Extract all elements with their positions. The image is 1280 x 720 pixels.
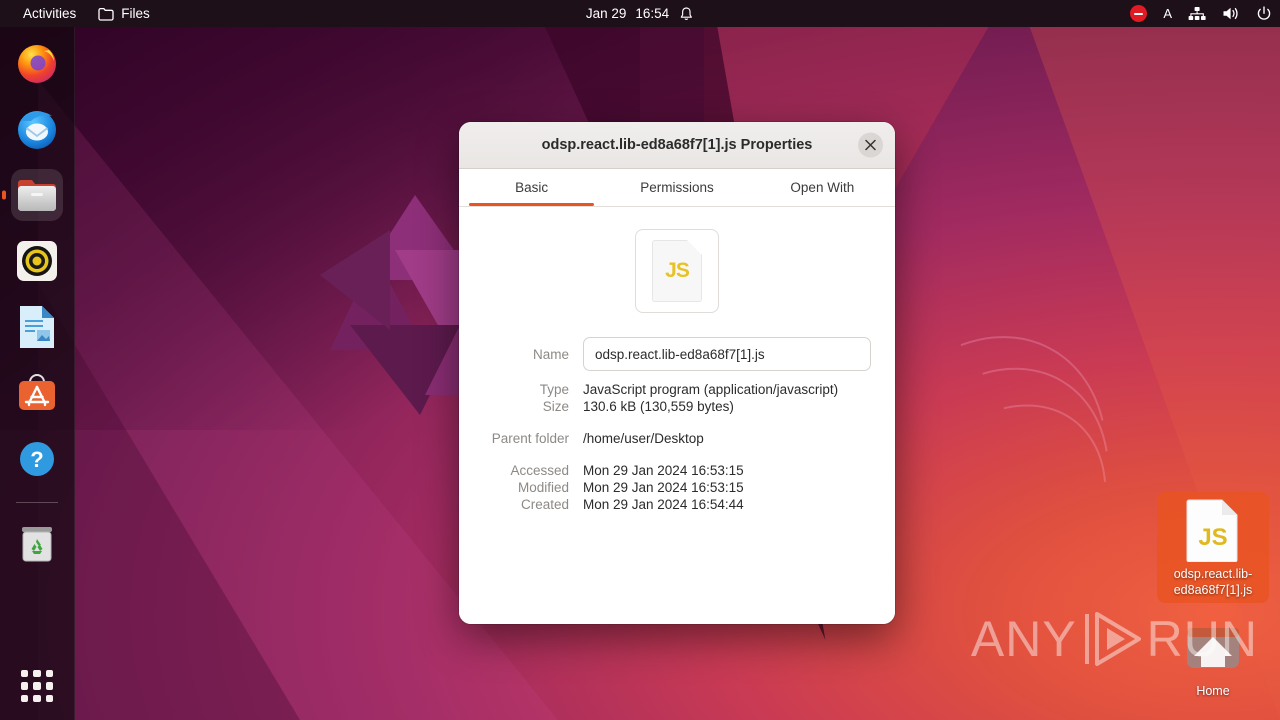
apps-grid-dot bbox=[45, 694, 53, 702]
apps-grid-dot bbox=[33, 682, 41, 690]
help-icon: ? bbox=[20, 442, 54, 476]
dialog-title: odsp.react.lib-ed8a68f7[1].js Properties bbox=[541, 137, 813, 153]
property-row-name: Name bbox=[483, 337, 871, 371]
files-icon bbox=[18, 180, 56, 211]
js-badge-label: JS bbox=[665, 259, 690, 282]
property-label-name: Name bbox=[532, 346, 569, 362]
property-label-parent-folder: Parent folder bbox=[491, 431, 569, 446]
property-row-size: Size 130.6 kB (130,559 bytes) bbox=[483, 399, 871, 414]
top-bar: Activities Files Jan 29 16:54 A bbox=[0, 0, 1280, 27]
activities-button[interactable]: Activities bbox=[12, 3, 87, 24]
close-icon bbox=[865, 139, 876, 151]
trash-icon bbox=[22, 527, 52, 562]
keyboard-layout-indicator[interactable]: A bbox=[1163, 6, 1172, 21]
dock: ? bbox=[0, 27, 75, 720]
clock-menu[interactable]: Jan 29 16:54 bbox=[576, 0, 704, 27]
property-value-accessed: Mon 29 Jan 2024 16:53:15 bbox=[583, 463, 744, 478]
javascript-file-icon: JS bbox=[652, 240, 702, 302]
desktop-icon-label: Home bbox=[1196, 684, 1230, 698]
property-row-type: Type JavaScript program (application/jav… bbox=[483, 382, 871, 397]
network-wired-icon[interactable] bbox=[1188, 6, 1206, 21]
clock-date: Jan 29 bbox=[585, 6, 627, 21]
home-folder-icon bbox=[1181, 615, 1245, 679]
dock-item-ubuntu-software[interactable] bbox=[11, 367, 63, 419]
property-value-type: JavaScript program (application/javascri… bbox=[583, 382, 839, 397]
apps-grid-dot bbox=[33, 670, 41, 678]
property-label-modified: Modified bbox=[517, 480, 569, 495]
apps-grid-dot bbox=[21, 682, 29, 690]
desktop-icon-odsp-js-file[interactable]: JS odsp.react.lib-ed8a68f7[1].js bbox=[1157, 492, 1269, 604]
dock-item-firefox[interactable] bbox=[11, 37, 63, 89]
apps-grid-dot bbox=[33, 694, 41, 702]
property-value-modified: Mon 29 Jan 2024 16:53:15 bbox=[583, 480, 744, 495]
show-applications-button[interactable] bbox=[17, 666, 57, 706]
clock-time: 16:54 bbox=[635, 6, 670, 21]
property-label-created: Created bbox=[520, 497, 569, 512]
volume-icon[interactable] bbox=[1222, 6, 1240, 21]
desktop-icon-label: odsp.react.lib-ed8a68f7[1].js bbox=[1173, 567, 1253, 597]
property-value-parent-folder[interactable]: /home/user/Desktop bbox=[583, 431, 704, 446]
firefox-icon bbox=[18, 45, 56, 83]
file-icon-preview: JS bbox=[459, 229, 895, 313]
bell-icon bbox=[681, 6, 693, 20]
apps-grid-dot bbox=[45, 682, 53, 690]
dock-item-libreoffice-writer[interactable] bbox=[11, 301, 63, 353]
file-icon-box: JS bbox=[635, 229, 719, 313]
close-button[interactable] bbox=[858, 132, 883, 158]
dock-item-trash[interactable] bbox=[11, 518, 63, 570]
power-icon[interactable] bbox=[1256, 5, 1272, 22]
system-status-menu[interactable]: A bbox=[1130, 0, 1272, 27]
rhythmbox-icon bbox=[17, 241, 57, 281]
javascript-file-icon: JS bbox=[1181, 498, 1245, 562]
activities-label: Activities bbox=[23, 6, 77, 21]
ubuntu-software-icon bbox=[19, 374, 55, 410]
libreoffice-writer-icon bbox=[20, 306, 54, 348]
app-menu-files[interactable]: Files bbox=[87, 3, 161, 24]
desktop-icon-home-folder[interactable]: Home bbox=[1157, 615, 1269, 700]
apps-grid-dot bbox=[21, 694, 29, 702]
property-value-created: Mon 29 Jan 2024 16:54:44 bbox=[583, 497, 744, 512]
property-row-created: Created Mon 29 Jan 2024 16:54:44 bbox=[483, 497, 871, 512]
thunderbird-icon bbox=[18, 111, 56, 149]
property-label-type: Type bbox=[539, 382, 569, 397]
dock-item-rhythmbox[interactable] bbox=[11, 235, 63, 287]
dock-separator bbox=[16, 502, 58, 503]
apps-grid-dot bbox=[21, 670, 29, 678]
property-label-size: Size bbox=[542, 399, 569, 414]
tab-open-with[interactable]: Open With bbox=[750, 169, 895, 206]
file-properties-dialog: odsp.react.lib-ed8a68f7[1].js Properties… bbox=[459, 122, 895, 624]
app-menu-label: Files bbox=[121, 6, 150, 21]
dialog-titlebar: odsp.react.lib-ed8a68f7[1].js Properties bbox=[459, 122, 895, 169]
property-value-size: 130.6 kB (130,559 bytes) bbox=[583, 399, 734, 414]
dock-item-files[interactable] bbox=[11, 169, 63, 221]
tab-basic[interactable]: Basic bbox=[459, 169, 604, 206]
dialog-body: JS Name Type JavaScript program (applica… bbox=[459, 207, 895, 624]
properties-list: Name Type JavaScript program (applicatio… bbox=[459, 337, 895, 512]
tab-permissions[interactable]: Permissions bbox=[604, 169, 749, 206]
dock-item-thunderbird[interactable] bbox=[11, 103, 63, 155]
dialog-tabs: Basic Permissions Open With bbox=[459, 169, 895, 207]
apps-grid-dot bbox=[45, 670, 53, 678]
folder-icon bbox=[98, 7, 114, 21]
desktop-screen: JS odsp.react.lib-ed8a68f7[1].js Home A N… bbox=[0, 0, 1280, 720]
dock-item-help[interactable]: ? bbox=[11, 433, 63, 485]
svg-text:?: ? bbox=[30, 447, 43, 472]
property-row-parent-folder: Parent folder /home/user/Desktop bbox=[483, 431, 871, 446]
property-row-modified: Modified Mon 29 Jan 2024 16:53:15 bbox=[483, 480, 871, 495]
property-label-accessed: Accessed bbox=[510, 463, 569, 478]
property-row-accessed: Accessed Mon 29 Jan 2024 16:53:15 bbox=[483, 463, 871, 478]
svg-text:JS: JS bbox=[1198, 524, 1227, 551]
do-not-disturb-icon[interactable] bbox=[1130, 5, 1148, 22]
name-input[interactable] bbox=[583, 337, 871, 371]
